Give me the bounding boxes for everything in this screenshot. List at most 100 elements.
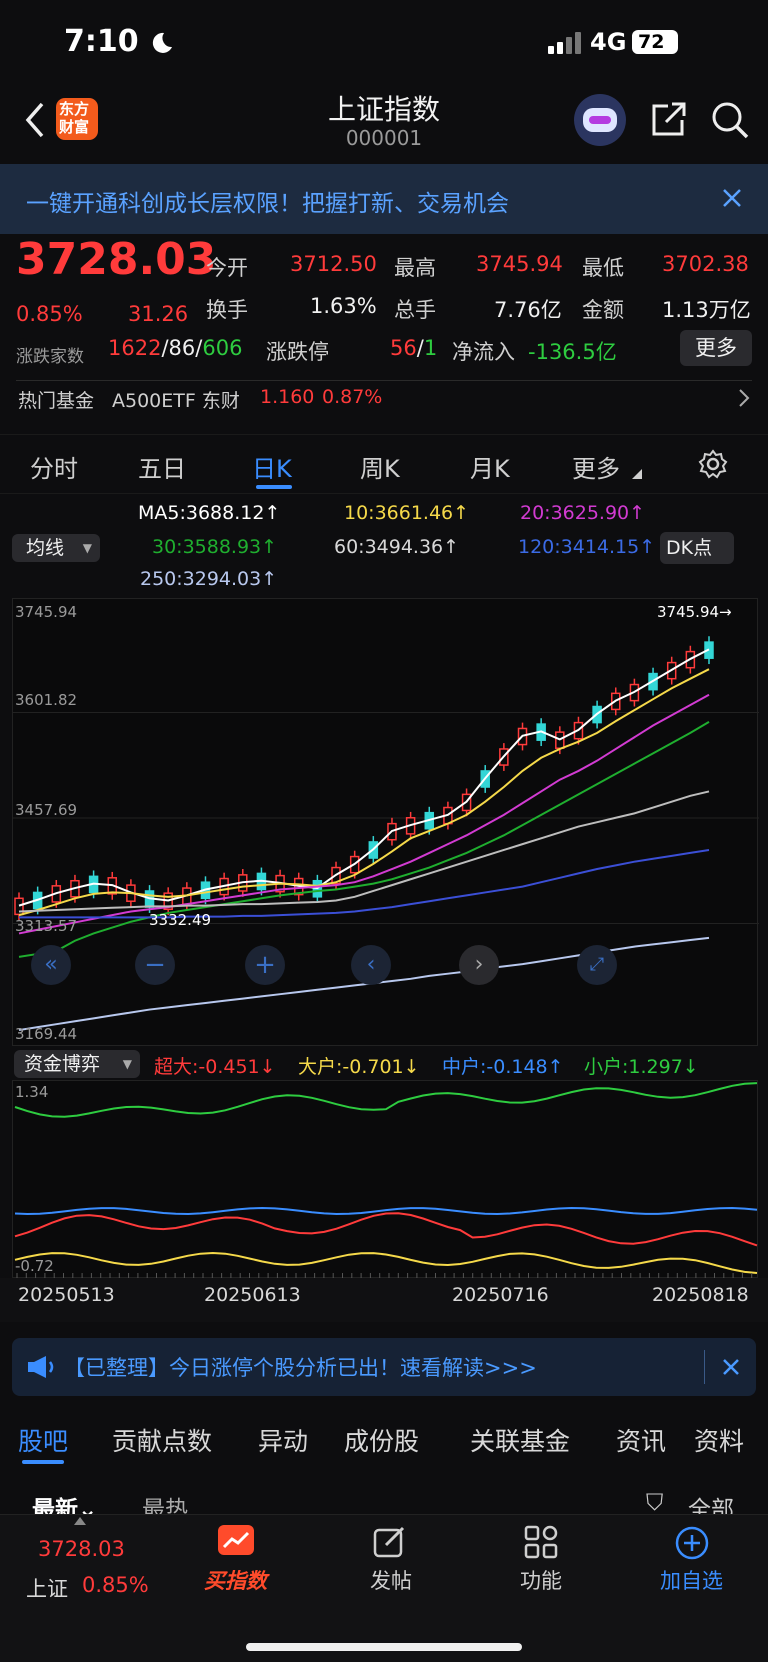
small-flow-line bbox=[14, 1082, 758, 1118]
chevron-right-icon bbox=[739, 389, 750, 407]
sort-hottest[interactable]: 最热 bbox=[142, 1490, 188, 1514]
dropdown-arrow-icon: ▼ bbox=[82, 541, 92, 555]
limit-down-count: 1 bbox=[423, 336, 438, 360]
tab-guba[interactable]: 股吧 bbox=[18, 1422, 68, 1458]
tab-news[interactable]: 资讯 bbox=[616, 1422, 666, 1458]
tab-five-day[interactable]: 五日 bbox=[138, 449, 186, 484]
scroll-right-button[interactable]: › bbox=[459, 945, 499, 985]
tab-monthly-k[interactable]: 月K bbox=[470, 449, 510, 484]
max-price-marker: 3745.94→ bbox=[657, 603, 732, 621]
buy-index-button[interactable]: 买指数 bbox=[198, 1519, 278, 1609]
top-nav: 东方 财富 上证指数 000001 bbox=[0, 88, 768, 164]
post-button[interactable]: 发帖 bbox=[352, 1519, 432, 1609]
fund-flow-chart[interactable]: 1.34 -0.72 bbox=[12, 1080, 758, 1279]
fullscreen-button[interactable]: ⤢ bbox=[577, 945, 617, 985]
tab-related-funds[interactable]: 关联基金 bbox=[470, 1422, 570, 1458]
date-label-4: 20250818 bbox=[652, 1284, 749, 1306]
flat-count: 86 bbox=[168, 336, 196, 360]
tab-weekly-k[interactable]: 周K bbox=[360, 449, 400, 484]
bottom-toolbar: 3728.03 上证 0.85% 买指数 发帖 功能 加自选 bbox=[0, 1514, 768, 1662]
ma120-value: 120:3414.15↑ bbox=[518, 536, 656, 558]
up-count: 1622 bbox=[108, 336, 162, 360]
turnover-value: 1.63% bbox=[310, 294, 377, 318]
trend-up-icon bbox=[218, 1525, 254, 1555]
limit-values: 56/1 bbox=[390, 336, 438, 360]
hot-fund-pct: 0.87% bbox=[322, 386, 383, 408]
ma20-value: 20:3625.90↑ bbox=[520, 502, 646, 524]
bottom-pct: 0.85% bbox=[82, 1573, 149, 1597]
fund-flow-legend: 资金博弈 ▼ 超大:-0.451↓ 大户:-0.701↓ 中户:-0.148↑ … bbox=[0, 1046, 768, 1080]
tab-more[interactable]: 更多 bbox=[572, 449, 620, 484]
search-icon[interactable] bbox=[710, 100, 750, 140]
hot-fund-row[interactable]: 热门基金 A500ETF 东财 1.160 0.87% bbox=[0, 382, 768, 412]
scroll-left-fast-button[interactable]: « bbox=[31, 945, 71, 985]
grid-apps-icon bbox=[524, 1525, 558, 1559]
tab-profile[interactable]: 资料 bbox=[694, 1422, 744, 1458]
date-axis: 20250513 20250613 20250716 20250818 bbox=[0, 1278, 768, 1322]
tab-daily-k[interactable]: 日K bbox=[252, 449, 292, 484]
y-label-bottom: 3169.44 bbox=[15, 1025, 78, 1043]
volume-label: 总手 bbox=[394, 298, 436, 322]
min-price-marker: 3332.49 bbox=[149, 911, 212, 929]
signal-icon bbox=[548, 32, 581, 54]
ma-selector-label: 均线 bbox=[26, 537, 65, 559]
close-icon[interactable] bbox=[722, 1358, 740, 1376]
dropdown-corner-icon bbox=[632, 469, 642, 479]
dk-point-button[interactable]: DK点 bbox=[660, 532, 734, 564]
more-button[interactable]: 更多 bbox=[680, 330, 752, 366]
hot-fund-name: A500ETF 东财 bbox=[112, 390, 240, 412]
kline-chart-svg bbox=[13, 636, 759, 1032]
ma-selector[interactable]: 均线 ▼ bbox=[12, 534, 100, 562]
post-label: 发帖 bbox=[370, 1569, 412, 1593]
sort-latest[interactable]: 最新⌄ bbox=[32, 1490, 97, 1514]
expand-up-icon bbox=[74, 1517, 86, 1525]
ma60-value: 60:3494.36↑ bbox=[334, 536, 460, 558]
gear-icon[interactable] bbox=[698, 449, 728, 479]
tab-constituents[interactable]: 成份股 bbox=[344, 1422, 419, 1458]
function-label: 功能 bbox=[520, 1569, 562, 1593]
breadth-values: 1622/86/606 bbox=[108, 336, 243, 360]
scroll-left-button[interactable]: ‹ bbox=[351, 945, 391, 985]
megaphone-icon bbox=[28, 1356, 54, 1378]
filter-all[interactable]: 全部 bbox=[688, 1490, 734, 1514]
share-icon[interactable] bbox=[650, 100, 688, 138]
kline-chart[interactable]: 3745.94 3601.82 3457.69 3313.57 3169.44 … bbox=[12, 598, 759, 1046]
status-time: 7:10 bbox=[64, 24, 139, 59]
function-button[interactable]: 功能 bbox=[502, 1519, 582, 1609]
down-count: 606 bbox=[202, 336, 243, 360]
flow-y-max: 1.34 bbox=[15, 1083, 49, 1101]
ma-line-ma20 bbox=[18, 693, 710, 935]
zoom-out-button[interactable]: − bbox=[135, 945, 175, 985]
y-label-4: 3313.57 bbox=[15, 917, 78, 935]
netflow-label: 净流入 bbox=[452, 340, 515, 364]
robot-assistant-icon[interactable] bbox=[574, 94, 626, 146]
tab-contribution[interactable]: 贡献点数 bbox=[112, 1422, 212, 1458]
current-price: 3728.03 bbox=[16, 234, 217, 285]
y-label-top: 3745.94 bbox=[15, 603, 78, 621]
network-label: 4G bbox=[590, 28, 627, 56]
zoom-in-button[interactable]: + bbox=[245, 945, 285, 985]
hot-fund-label: 热门基金 bbox=[18, 390, 95, 412]
tab-anomaly[interactable]: 异动 bbox=[258, 1422, 308, 1458]
low-value: 3702.38 bbox=[662, 252, 749, 276]
fund-flow-selector[interactable]: 资金博弈 ▼ bbox=[14, 1050, 140, 1078]
add-circle-icon bbox=[675, 1526, 709, 1560]
sort-row: 最新⌄ 最热 ⛉ 全部 bbox=[0, 1470, 768, 1514]
ma-line-ma30 bbox=[18, 721, 710, 958]
bottom-price: 3728.03 bbox=[38, 1537, 125, 1561]
low-label: 最低 bbox=[582, 256, 624, 280]
fund-flow-chart-svg bbox=[14, 1082, 758, 1279]
notice-bar[interactable]: 【已整理】今日涨停个股分析已出！速看解读>>> bbox=[12, 1338, 756, 1396]
medium-flow: 中户:-0.148↑ bbox=[442, 1056, 564, 1078]
high-value: 3745.94 bbox=[476, 252, 563, 276]
active-tab-indicator bbox=[256, 485, 292, 489]
tab-intraday[interactable]: 分时 bbox=[30, 449, 78, 484]
add-watchlist-button[interactable]: 加自选 bbox=[648, 1519, 738, 1609]
promo-banner[interactable]: 一键开通科创成长层权限！把握打新、交易机会 bbox=[0, 164, 768, 234]
limit-label: 涨跌停 bbox=[266, 340, 329, 364]
filter-icon[interactable]: ⛉ bbox=[646, 1490, 663, 1514]
battery-icon: 72 bbox=[632, 30, 678, 54]
close-icon[interactable] bbox=[722, 188, 742, 208]
amount-label: 金额 bbox=[582, 298, 624, 322]
turnover-label: 换手 bbox=[206, 298, 248, 322]
